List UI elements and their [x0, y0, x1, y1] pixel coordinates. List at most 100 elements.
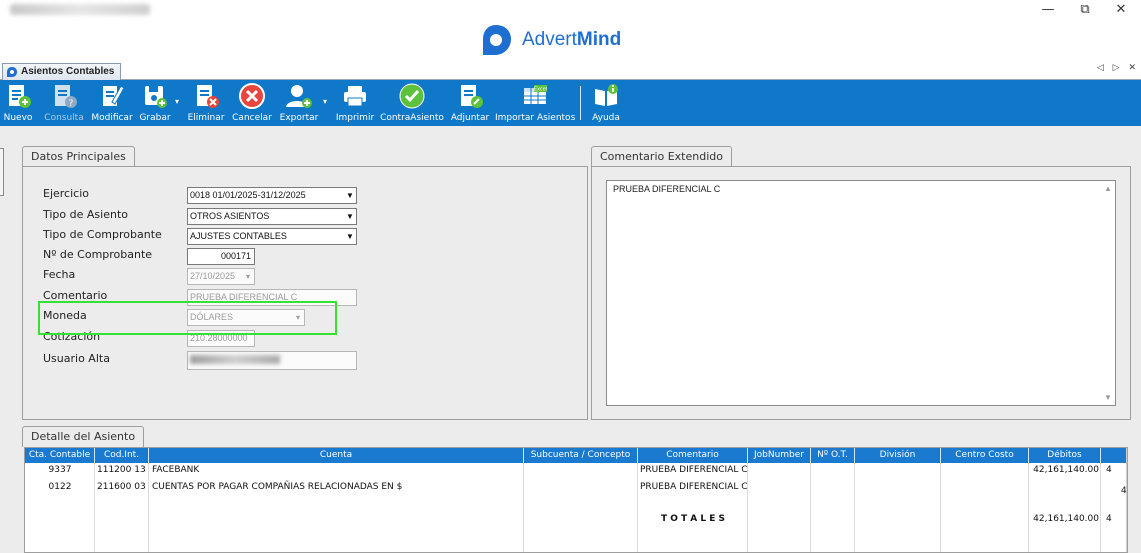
totales-label: T O T A L E S — [660, 514, 726, 524]
column-header[interactable]: Cta. Contable — [25, 448, 95, 463]
comentario-extendido-text: PRUEBA DIFERENCIAL C — [613, 184, 721, 194]
tab-logo-icon — [7, 67, 17, 77]
textarea-scrollbar[interactable]: ▲ ▼ — [1101, 181, 1115, 405]
scroll-up-icon[interactable]: ▲ — [1127, 448, 1128, 462]
ejercicio-label: Ejercicio — [43, 187, 89, 200]
grabar-button[interactable]: Grabar — [138, 80, 172, 126]
grid-column-divider — [1029, 463, 1101, 552]
grid-column-divider — [941, 463, 1029, 552]
minimize-button[interactable]: — — [1031, 0, 1065, 20]
cell-comentario: PRUEBA DIFERENCIAL C — [640, 465, 748, 475]
svg-text:Excel: Excel — [534, 87, 547, 93]
adjuntar-button[interactable]: Adjuntar — [449, 80, 491, 126]
ayuda-button[interactable]: Ayuda — [588, 80, 624, 126]
column-header[interactable]: Nº O.T. — [811, 448, 855, 463]
column-header[interactable]: División — [855, 448, 941, 463]
comentario-extendido-textarea[interactable]: PRUEBA DIFERENCIAL C ▲ ▼ — [606, 180, 1116, 406]
grid-column-divider — [524, 463, 638, 552]
new-document-icon — [9, 85, 31, 108]
tab-comentario-extendido[interactable]: Comentario Extendido — [591, 146, 732, 167]
chevron-down-icon: ▾ — [245, 272, 250, 281]
nro-comprobante-input[interactable]: 000171 — [187, 248, 255, 265]
cancel-circle-icon — [239, 83, 265, 109]
grid-column-divider — [25, 463, 95, 552]
cell-overflow: 4 — [1106, 465, 1112, 475]
excel-import-icon: Excel — [524, 85, 547, 104]
window-titlebar: — ⧉ ✕ — [0, 0, 1141, 20]
grid-vertical-scrollbar[interactable]: ▲ — [1126, 448, 1128, 552]
tab-detalle-asiento[interactable]: Detalle del Asiento — [22, 426, 145, 447]
ejercicio-select[interactable]: 0018 01/01/2025-31/12/2025 ▼ — [187, 187, 357, 204]
chevron-down-icon: ▼ — [346, 191, 354, 200]
grid-column-divider — [638, 463, 748, 552]
grid-column-divider — [811, 463, 855, 552]
grid-column-divider — [149, 463, 524, 552]
totales-debitos: 42,161,140.00 — [1033, 514, 1099, 524]
tipo-asiento-select[interactable]: OTROS ASIENTOS ▼ — [187, 208, 357, 225]
importar-asientos-button[interactable]: Excel Importar Asientos — [495, 80, 575, 126]
tipo-asiento-label: Tipo de Asiento — [43, 208, 128, 221]
brand-logo-area: AdvertMind — [480, 22, 621, 58]
query-document-icon: ? — [55, 85, 77, 109]
document-tabstrip: Asientos Contables ◁ ▷ ✕ — [0, 62, 1141, 80]
left-collapse-handle[interactable] — [0, 148, 4, 196]
fecha-label: Fecha — [43, 268, 76, 281]
grid-column-divider — [95, 463, 149, 552]
chevron-down-icon: ▼ — [346, 212, 354, 221]
save-disk-icon — [145, 86, 167, 108]
cell-cta-contable: 9337 — [48, 465, 72, 475]
usuario-alta-label: Usuario Alta — [43, 352, 110, 365]
restore-button[interactable]: ⧉ — [1068, 0, 1102, 20]
tipo-comprobante-label: Tipo de Comprobante — [43, 228, 162, 241]
help-book-icon — [595, 84, 618, 106]
close-window-button[interactable]: ✕ — [1104, 0, 1138, 20]
cell-cta-contable: 0122 — [48, 482, 72, 492]
eliminar-button[interactable]: Eliminar — [187, 80, 225, 126]
attach-document-icon — [461, 85, 483, 108]
cell-debitos: 42,161,140.00 — [1033, 465, 1099, 475]
moneda-highlight-box — [38, 301, 337, 335]
cell-cod-int: 111200 13 — [97, 465, 146, 475]
printer-icon — [344, 86, 366, 107]
column-header[interactable]: Débitos — [1029, 448, 1101, 463]
tab-datos-principales[interactable]: Datos Principales — [22, 146, 135, 167]
exportar-button[interactable]: Exportar — [277, 80, 321, 126]
scroll-up-icon[interactable]: ▲ — [1104, 184, 1112, 193]
column-header[interactable]: Subcuenta / Concepto — [524, 448, 638, 463]
cancelar-button[interactable]: Cancelar — [230, 80, 274, 126]
grid-column-divider — [748, 463, 811, 552]
fecha-picker[interactable]: 27/10/2025 ▾ — [187, 268, 255, 285]
scroll-down-icon[interactable]: ▼ — [1104, 393, 1112, 402]
tab-label: Asientos Contables — [21, 66, 115, 77]
toolbar-separator — [580, 86, 581, 120]
main-toolbar: Nuevo ? Consulta Modificar Grabar ▾ Elim… — [0, 80, 1141, 126]
edit-document-icon — [103, 85, 125, 106]
column-header[interactable]: JobNumber — [748, 448, 811, 463]
detalle-asiento-grid: Cta. Contable Cod.Int. Cuenta Subcuenta … — [24, 447, 1128, 553]
delete-document-icon — [197, 85, 219, 108]
column-header[interactable]: Comentario — [638, 448, 748, 463]
brand-name: AdvertMind — [522, 29, 622, 50]
exportar-dropdown-arrow[interactable]: ▾ — [323, 97, 327, 106]
usuario-alta-input — [187, 351, 357, 370]
check-circle-icon — [399, 83, 425, 109]
column-header[interactable]: Cod.Int. — [95, 448, 149, 463]
tab-asientos-contables[interactable]: Asientos Contables — [2, 63, 122, 80]
svg-text:?: ? — [69, 99, 74, 109]
column-header[interactable]: Cuenta — [149, 448, 524, 463]
modificar-button[interactable]: Modificar — [90, 80, 134, 126]
tab-navigation-arrows[interactable]: ◁ ▷ ✕ — [1097, 63, 1139, 73]
imprimir-button[interactable]: Imprimir — [334, 80, 376, 126]
column-header[interactable]: Centro Costo — [941, 448, 1029, 463]
grabar-dropdown-arrow[interactable]: ▾ — [175, 97, 179, 106]
nuevo-button[interactable]: Nuevo — [2, 80, 34, 126]
window-title-blurred — [10, 4, 150, 15]
nro-comprobante-label: Nº de Comprobante — [43, 248, 153, 261]
consulta-button[interactable]: ? Consulta — [42, 80, 86, 126]
contraasiento-button[interactable]: ContraAsiento — [380, 80, 444, 126]
usuario-blurred-value — [190, 355, 280, 364]
cell-cod-int: 211600 03 — [97, 482, 146, 492]
grid-column-divider — [855, 463, 941, 552]
tipo-comprobante-select[interactable]: AJUSTES CONTABLES ▼ — [187, 228, 357, 245]
cell-cuenta: CUENTAS POR PAGAR COMPAÑIAS RELACIONADAS… — [152, 482, 403, 492]
